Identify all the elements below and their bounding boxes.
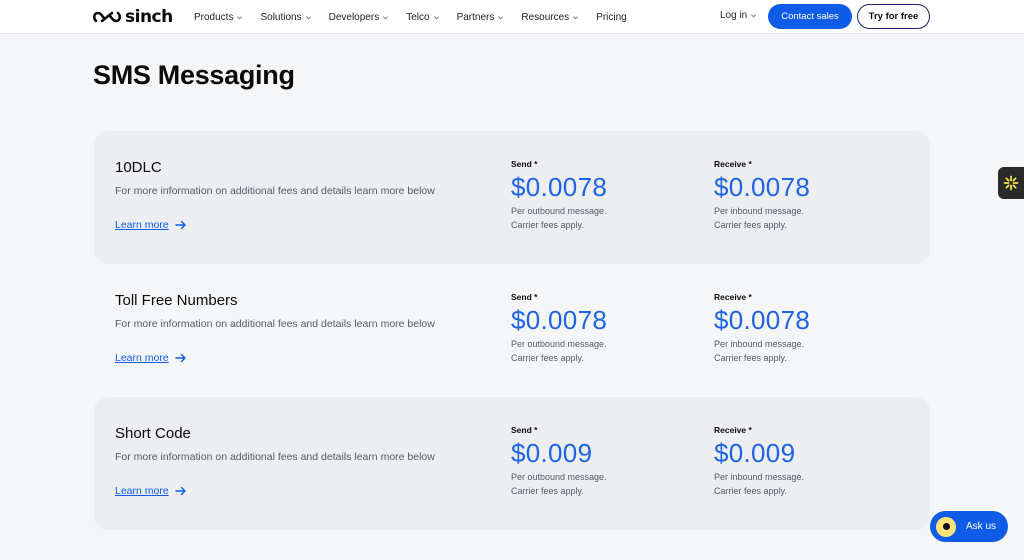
learn-more-link[interactable]: Learn more	[115, 219, 187, 231]
receive-note: Per inbound message. Carrier fees apply.	[714, 204, 810, 232]
receive-note-line-1: Per inbound message.	[714, 339, 805, 349]
pricing-card-10dlc: 10DLC For more information on additional…	[94, 131, 930, 264]
chevron-down-icon	[383, 15, 389, 19]
receive-note-line-2: Carrier fees apply.	[714, 486, 787, 496]
card-title: 10DLC	[115, 159, 162, 176]
send-price-block: Send * $0.0078 Per outbound message. Car…	[511, 159, 607, 232]
send-note-line-1: Per outbound message.	[511, 339, 607, 349]
receive-price: $0.0078	[714, 172, 811, 202]
receive-note: Per inbound message. Carrier fees apply.	[714, 337, 810, 365]
card-description: For more information on additional fees …	[115, 185, 435, 197]
send-label: Send *	[511, 159, 538, 169]
nav-item-resources[interactable]: Resources	[521, 12, 579, 23]
nav-item-pricing[interactable]: Pricing	[596, 12, 627, 23]
login-label: Log in	[720, 10, 748, 21]
send-note: Per outbound message. Carrier fees apply…	[511, 337, 607, 365]
ask-us-label: Ask us	[966, 521, 997, 532]
nav-item-label: Products	[194, 11, 234, 23]
receive-price: $0.009	[714, 438, 796, 468]
top-navigation-bar: sinch Products Solutions Developers Telc…	[0, 0, 1024, 34]
receive-price-block: Receive * $0.0078 Per inbound message. C…	[714, 159, 810, 232]
learn-more-label: Learn more	[115, 219, 169, 231]
ask-us-chat-button[interactable]: Ask us	[930, 511, 1008, 542]
send-price-block: Send * $0.009 Per outbound message. Carr…	[511, 425, 607, 498]
receive-label: Receive *	[714, 159, 752, 169]
send-price: $0.0078	[511, 305, 608, 335]
send-note-line-1: Per outbound message.	[511, 472, 607, 482]
card-description: For more information on additional fees …	[115, 318, 435, 330]
chevron-down-icon	[305, 15, 311, 19]
receive-note-line-2: Carrier fees apply.	[714, 353, 787, 363]
send-note-line-2: Carrier fees apply.	[511, 220, 584, 230]
receive-price-block: Receive * $0.0078 Per inbound message. C…	[714, 292, 810, 365]
chevron-down-icon	[433, 15, 439, 19]
send-note: Per outbound message. Carrier fees apply…	[511, 204, 607, 232]
sinch-logo[interactable]: sinch	[93, 7, 173, 27]
send-price-block: Send * $0.0078 Per outbound message. Car…	[511, 292, 607, 365]
arrow-right-icon	[175, 353, 186, 363]
page-title: SMS Messaging	[93, 60, 295, 90]
nav-item-label: Partners	[456, 11, 495, 23]
pricing-card-short-code: Short Code For more information on addit…	[94, 397, 930, 530]
nav-item-developers[interactable]: Developers	[329, 12, 390, 23]
chevron-down-icon	[573, 15, 579, 19]
learn-more-label: Learn more	[115, 352, 169, 364]
card-title: Short Code	[115, 425, 191, 442]
chevron-down-icon	[498, 15, 504, 19]
nav-item-telco[interactable]: Telco	[406, 12, 439, 23]
learn-more-link[interactable]: Learn more	[115, 352, 187, 364]
receive-label: Receive *	[714, 292, 752, 302]
receive-note-line-1: Per inbound message.	[714, 206, 805, 216]
logo-text: sinch	[125, 7, 173, 27]
nav-item-label: Developers	[328, 11, 380, 23]
main-nav: Products Solutions Developers Telco Part…	[194, 0, 644, 34]
send-note: Per outbound message. Carrier fees apply…	[511, 470, 607, 498]
receive-note-line-1: Per inbound message.	[714, 472, 805, 482]
pricing-card-toll-free: Toll Free Numbers For more information o…	[94, 264, 930, 397]
send-label: Send *	[511, 292, 538, 302]
try-for-free-button[interactable]: Try for free	[857, 4, 930, 29]
nav-item-solutions[interactable]: Solutions	[260, 12, 311, 23]
receive-price-block: Receive * $0.009 Per inbound message. Ca…	[714, 425, 804, 498]
receive-note: Per inbound message. Carrier fees apply.	[714, 470, 804, 498]
send-price: $0.009	[511, 438, 593, 468]
arrow-right-icon	[175, 486, 186, 496]
nav-item-products[interactable]: Products	[194, 12, 243, 23]
chevron-down-icon	[237, 15, 243, 19]
login-link[interactable]: Log in	[720, 10, 757, 21]
sparkle-icon	[1003, 175, 1019, 191]
chat-bubble-icon	[936, 516, 956, 537]
nav-item-label: Resources	[521, 11, 570, 23]
card-description: For more information on additional fees …	[115, 451, 435, 463]
nav-item-label: Pricing	[596, 11, 627, 23]
sinch-logo-icon	[93, 11, 121, 23]
receive-price: $0.0078	[714, 305, 811, 335]
nav-item-partners[interactable]: Partners	[457, 12, 505, 23]
contact-sales-button[interactable]: Contact sales	[768, 4, 852, 29]
receive-note-line-2: Carrier fees apply.	[714, 220, 787, 230]
send-note-line-2: Carrier fees apply.	[511, 486, 584, 496]
send-price: $0.0078	[511, 172, 608, 202]
receive-label: Receive *	[714, 425, 752, 435]
card-title: Toll Free Numbers	[115, 292, 238, 309]
arrow-right-icon	[175, 220, 186, 230]
learn-more-label: Learn more	[115, 485, 169, 497]
send-note-line-1: Per outbound message.	[511, 206, 607, 216]
chevron-down-icon	[751, 14, 757, 18]
nav-item-label: Solutions	[260, 11, 302, 23]
nav-item-label: Telco	[406, 11, 430, 23]
send-label: Send *	[511, 425, 538, 435]
feedback-side-tab[interactable]	[998, 167, 1024, 199]
send-note-line-2: Carrier fees apply.	[511, 353, 584, 363]
learn-more-link[interactable]: Learn more	[115, 485, 187, 497]
